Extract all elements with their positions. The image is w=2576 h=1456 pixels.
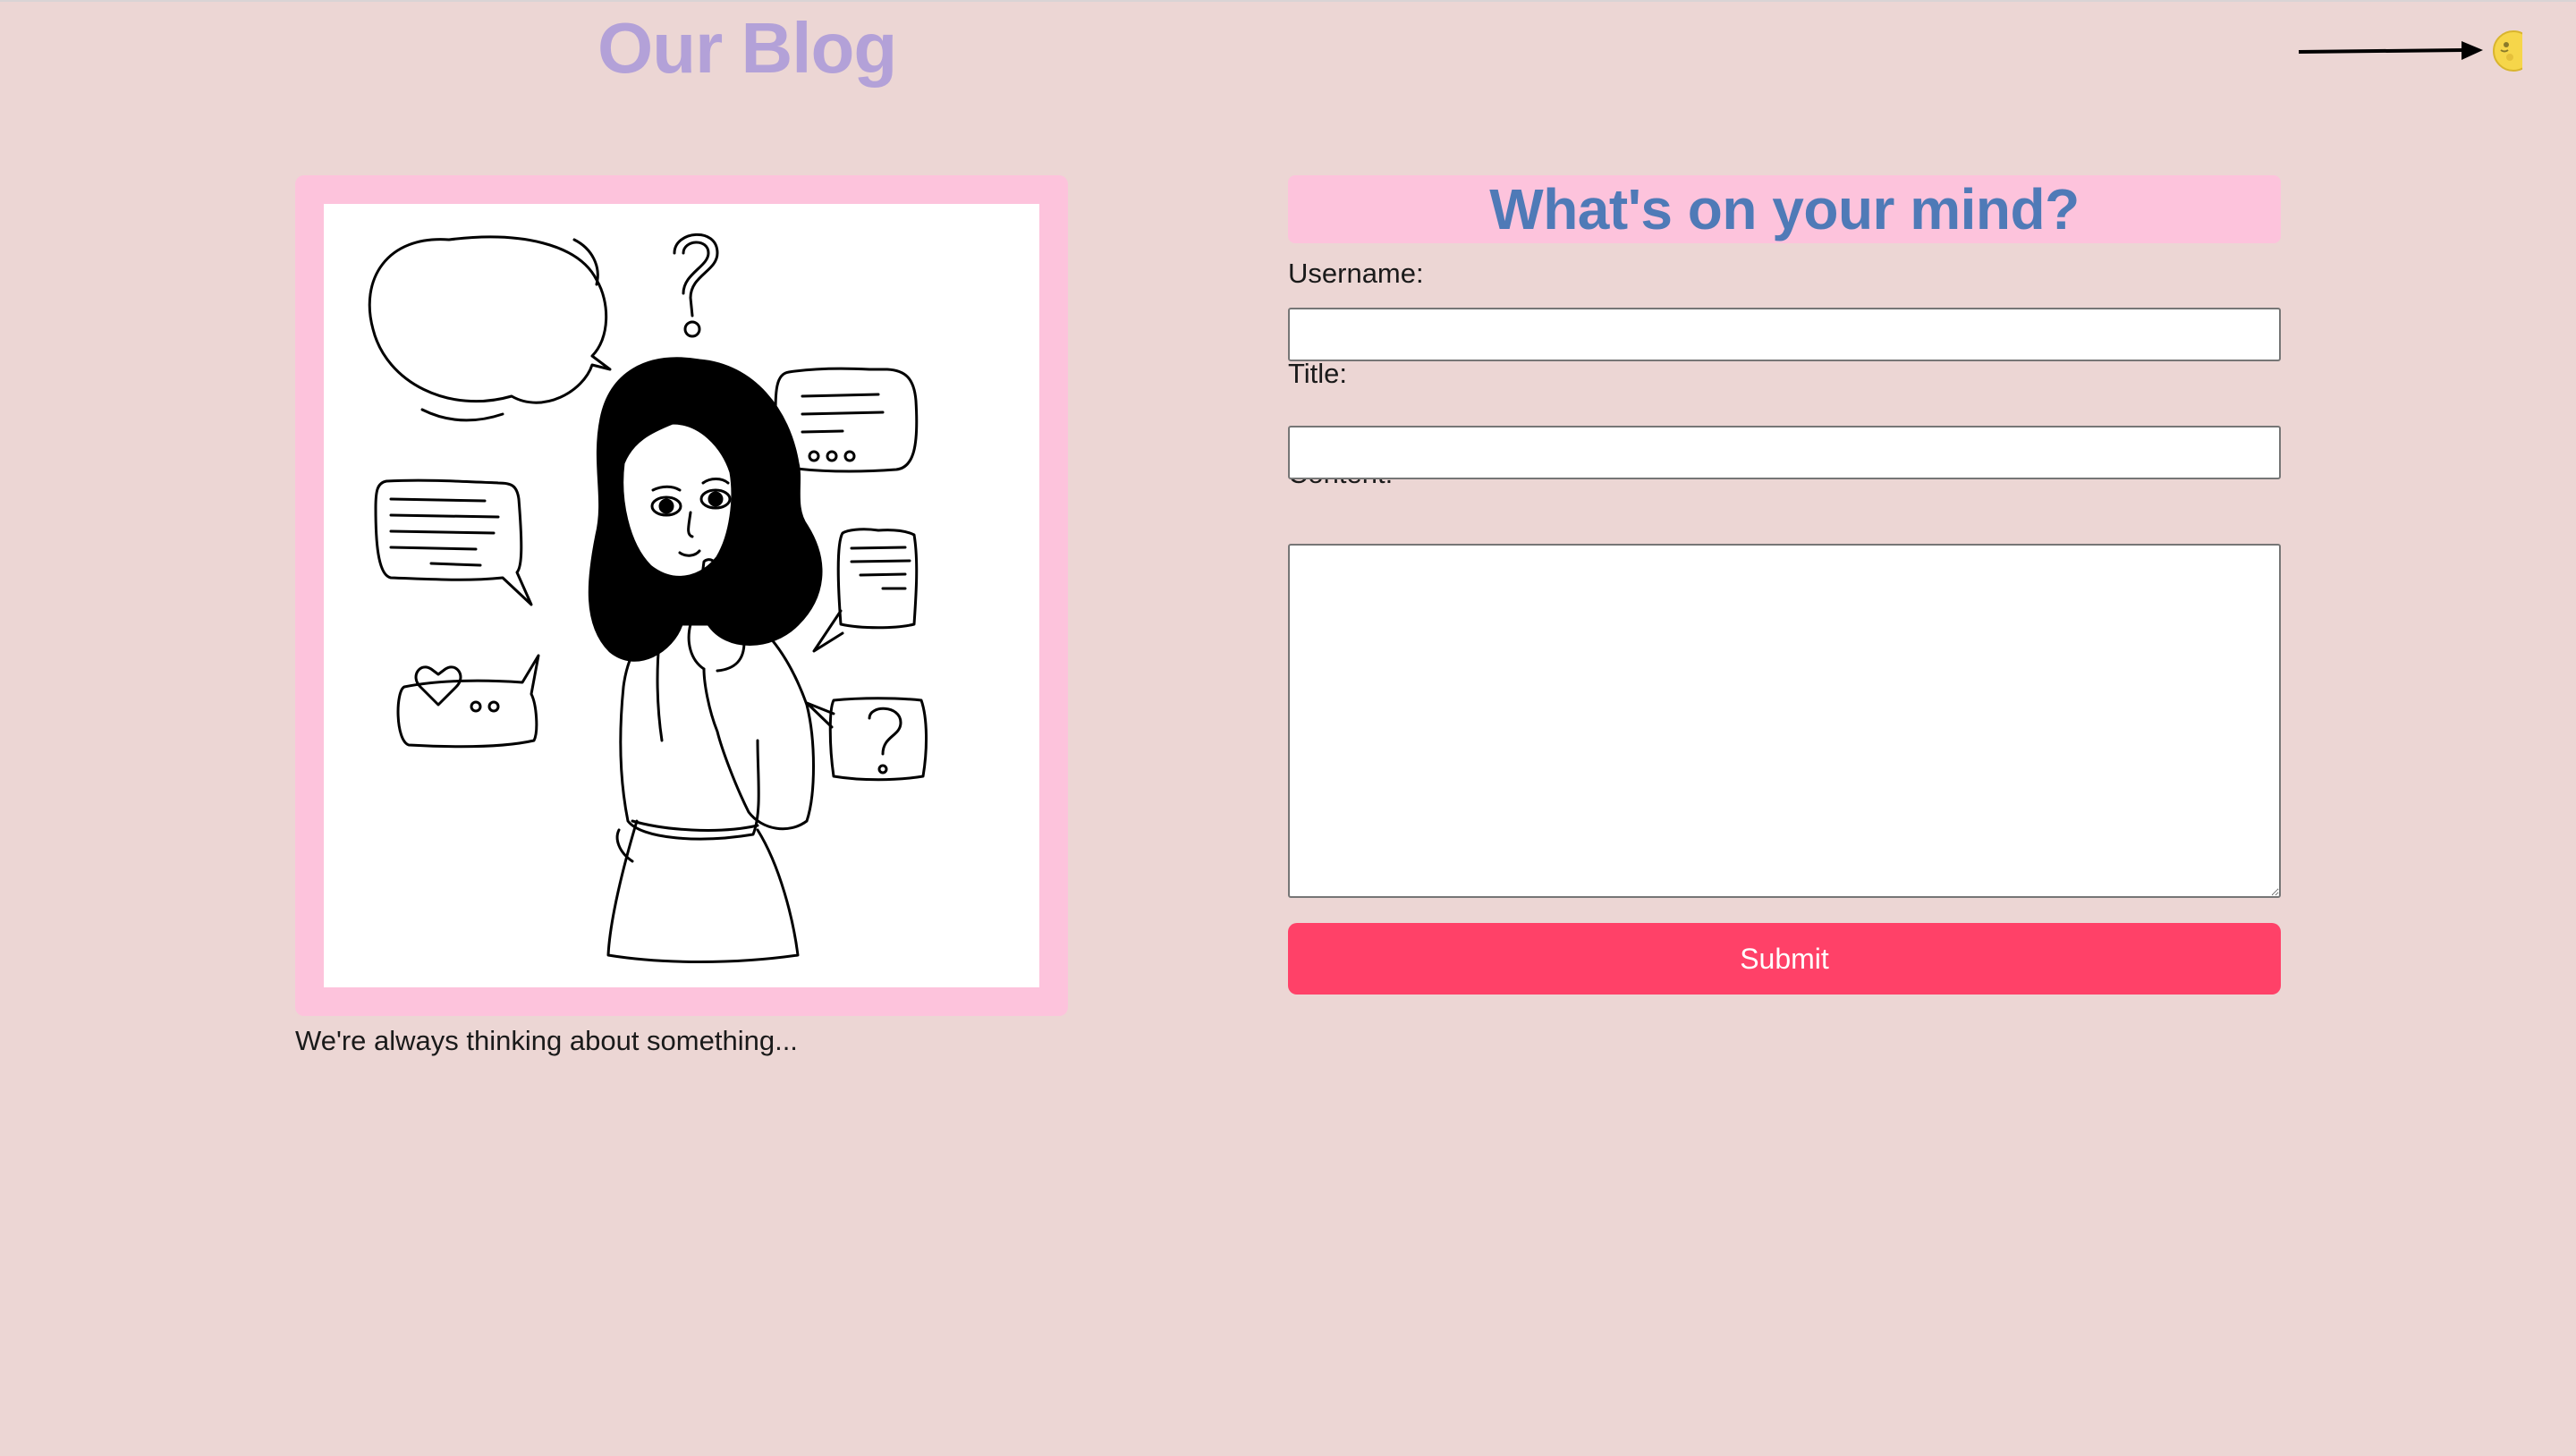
speech-bubble-heart-icon bbox=[396, 654, 540, 749]
speech-bubble-text-icon bbox=[374, 478, 533, 606]
illustration-canvas bbox=[324, 204, 1039, 987]
submit-button[interactable]: Submit bbox=[1288, 923, 2281, 995]
illustration-caption: We're always thinking about something... bbox=[295, 1025, 798, 1056]
woman-figure-icon bbox=[588, 357, 823, 963]
moon-icon bbox=[2493, 30, 2522, 72]
speech-bubble-empty-icon bbox=[368, 235, 612, 422]
title-label: Title: bbox=[1288, 358, 1348, 389]
arrow-right-icon bbox=[2298, 41, 2483, 60]
content-textarea[interactable] bbox=[1288, 544, 2281, 898]
username-input[interactable] bbox=[1288, 308, 2281, 361]
illustration-frame bbox=[295, 175, 1068, 1016]
site-title: Our Blog bbox=[597, 8, 897, 88]
speech-bubble-note-icon bbox=[812, 528, 919, 653]
form-header: What's on your mind? bbox=[1288, 175, 2281, 243]
speech-bubble-question-icon bbox=[805, 697, 928, 782]
form-heading: What's on your mind? bbox=[1489, 177, 2080, 241]
theme-toggle-button[interactable] bbox=[2487, 29, 2522, 73]
username-label: Username: bbox=[1288, 258, 1424, 289]
question-mark-icon bbox=[673, 233, 719, 338]
new-post-form: What's on your mind? Username: Title: Co… bbox=[1288, 175, 2281, 995]
title-input[interactable] bbox=[1288, 426, 2281, 479]
woman-thinking-with-speech-bubbles-icon bbox=[368, 233, 928, 963]
